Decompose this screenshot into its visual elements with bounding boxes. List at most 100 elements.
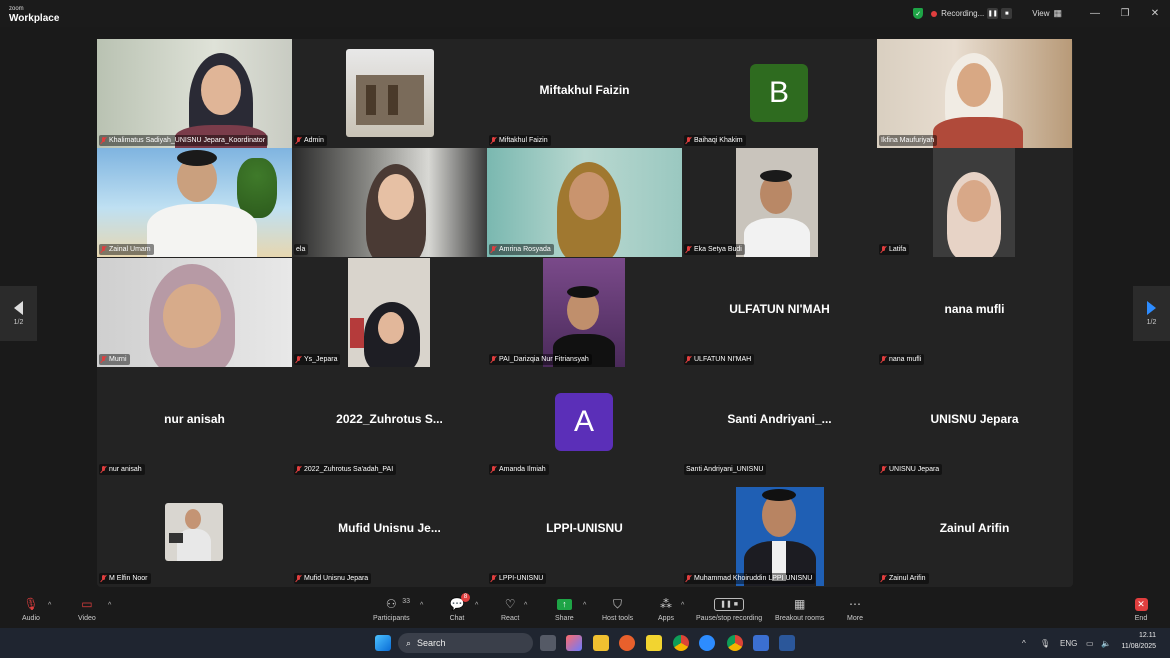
taskbar-search[interactable]: ⌕ Search — [398, 633, 533, 653]
participant-name: LPPI-UNISNU — [499, 575, 544, 582]
video-tile[interactable]: 2022_Zuhrotus S... 2022_Zuhrotus Sa'adah… — [292, 368, 487, 477]
mic-muted-icon — [686, 137, 691, 144]
apps-chevron-icon[interactable]: ^ — [681, 602, 684, 609]
video-tile[interactable]: UNISNU Jepara UNISNU Jepara — [877, 368, 1072, 477]
windows-start-icon[interactable] — [375, 635, 391, 651]
mic-muted-icon — [101, 246, 106, 253]
display-name: nana mufli — [944, 302, 1005, 316]
breakout-label: Breakout rooms — [775, 615, 825, 622]
task-view-icon[interactable] — [540, 635, 556, 651]
search-label: Search — [417, 638, 446, 648]
video-tile[interactable]: Ys_Jepara — [292, 258, 487, 367]
video-tile[interactable]: Miftakhul Faizin Miftakhul Faizin — [487, 39, 682, 148]
video-tile[interactable]: nana mufli nana mufli — [877, 258, 1072, 367]
video-tile[interactable]: Mufid Unisnu Je... Mufid Unisnu Jepara — [292, 477, 487, 586]
more-button[interactable]: ⋯ More — [847, 597, 863, 622]
participant-name: Ys_Jepara — [304, 356, 338, 363]
notepad-icon[interactable] — [753, 635, 769, 651]
pause-stop-recording-button[interactable]: ❚❚ ■ Pause/stop recording — [696, 597, 762, 622]
zoom-icon[interactable] — [699, 635, 715, 651]
video-tile[interactable]: Zainal Umam — [97, 148, 292, 257]
react-chevron-icon[interactable]: ^ — [524, 602, 527, 609]
share-button[interactable]: ↑ Share — [555, 597, 574, 622]
minimize-icon[interactable]: — — [1080, 8, 1110, 19]
restore-icon[interactable]: ❐ — [1110, 8, 1140, 19]
chat-button[interactable]: 💬 8 Chat — [449, 593, 470, 622]
clock-date: 11/08/2025 — [1121, 643, 1156, 650]
video-tile[interactable]: Zainul Arifin Zainul Arifin — [877, 477, 1072, 586]
video-tile[interactable]: LPPI-UNISNU LPPI-UNISNU — [487, 477, 682, 586]
tray-chevron-icon[interactable]: ^ — [1022, 639, 1026, 648]
view-label: View — [1032, 9, 1050, 18]
video-tile-active-speaker[interactable]: ela — [292, 148, 487, 257]
next-page-button[interactable]: 1/2 — [1133, 286, 1170, 341]
audio-button[interactable]: 🎙 Audio — [22, 597, 40, 622]
video-tile[interactable]: Ikfina Maufuriyah — [877, 39, 1072, 148]
network-icon[interactable]: ▭ — [1086, 639, 1094, 648]
stop-recording-icon[interactable]: ■ — [1001, 8, 1013, 19]
participants-button[interactable]: ⚇ 33 Participants — [373, 597, 410, 622]
participant-name: Admin — [304, 137, 324, 144]
file-explorer-icon[interactable] — [593, 635, 609, 651]
copilot-icon[interactable] — [566, 635, 582, 651]
participant-name: ela — [296, 246, 306, 253]
audio-options-chevron-icon[interactable]: ^ — [48, 602, 51, 609]
participant-name: Zainal Umam — [109, 246, 151, 253]
participant-name: Eka Setya Budi — [694, 246, 742, 253]
breakout-rooms-button[interactable]: ▦ Breakout rooms — [775, 597, 824, 622]
heart-icon: ♡ — [504, 597, 516, 611]
chrome-icon[interactable] — [673, 635, 689, 651]
participant-name: Latifa — [889, 246, 907, 253]
previous-page-button[interactable]: 1/2 — [0, 286, 37, 341]
video-off-icon: ▭ — [81, 597, 93, 611]
share-chevron-icon[interactable]: ^ — [583, 602, 586, 609]
close-window-icon[interactable]: ✕ — [1140, 8, 1170, 19]
react-button[interactable]: ♡ React — [501, 597, 519, 622]
video-tile[interactable]: Admin — [292, 39, 487, 148]
mic-muted-icon — [296, 575, 301, 582]
video-tile[interactable]: PAI_Darizqia Nur Fitriansyah — [487, 258, 682, 367]
chrome-profile-icon[interactable] — [727, 635, 743, 651]
video-tile[interactable]: Muhammad Khoiruddin LPPI UNISNU — [682, 477, 877, 586]
word-icon[interactable] — [779, 635, 795, 651]
video-tile[interactable]: ULFATUN NI'MAH ULFATUN NI'MAH — [682, 258, 877, 367]
volume-icon[interactable]: 🔈 — [1101, 639, 1111, 648]
display-name: Mufid Unisnu Je... — [338, 521, 441, 535]
firefox-icon[interactable] — [619, 635, 635, 651]
arrow-right-icon — [1147, 301, 1156, 315]
participant-name: Santi Andriyani_UNISNU — [686, 466, 764, 473]
chat-chevron-icon[interactable]: ^ — [475, 602, 478, 609]
end-button[interactable]: ✕ End — [1133, 597, 1149, 622]
video-tile[interactable]: Murni — [97, 258, 292, 367]
language-indicator[interactable]: ENG — [1060, 639, 1077, 648]
apps-button[interactable]: ⁂ Apps — [658, 597, 674, 622]
video-label: Video — [78, 615, 96, 622]
video-tile[interactable]: nur anisah nur anisah — [97, 368, 292, 477]
microphone-tray-icon[interactable]: 🎙 — [1040, 639, 1050, 648]
participant-name: 2022_Zuhrotus Sa'adah_PAI — [304, 466, 394, 473]
video-options-chevron-icon[interactable]: ^ — [108, 602, 111, 609]
video-tile[interactable]: Santi Andriyani_... Santi Andriyani_UNIS… — [682, 368, 877, 477]
host-tools-button[interactable]: ⛉ Host tools — [602, 597, 633, 623]
video-button[interactable]: ▭ Video — [78, 597, 96, 622]
avatar: B — [750, 64, 808, 122]
video-tile[interactable]: Latifa — [877, 148, 1072, 257]
video-tile[interactable]: Khalimatus Sadiyah_UNISNU Jepara_Koordin… — [97, 39, 292, 148]
end-call-icon: ✕ — [1133, 597, 1149, 611]
participants-chevron-icon[interactable]: ^ — [420, 602, 423, 609]
security-shield-icon[interactable]: ✓ — [913, 8, 924, 19]
sticky-notes-icon[interactable] — [646, 635, 662, 651]
arrow-left-icon — [14, 301, 23, 315]
view-button[interactable]: View ▦ — [1032, 8, 1062, 19]
video-tile[interactable]: Amrina Rosyada — [487, 148, 682, 257]
video-tile[interactable]: B Baihaqi Khakim — [682, 39, 877, 148]
pause-recording-label: Pause/stop recording — [696, 615, 763, 622]
participant-name: Khalimatus Sadiyah_UNISNU Jepara_Koordin… — [109, 137, 266, 144]
apps-icon: ⁂ — [660, 597, 672, 611]
zoom-logo: zoom Workplace — [9, 5, 59, 24]
pause-recording-icon[interactable]: ❚❚ — [987, 8, 999, 19]
video-tile[interactable]: A Amanda Ilmiah — [487, 368, 682, 477]
video-tile[interactable]: Eka Setya Budi — [682, 148, 877, 257]
clock[interactable]: 12.11 11/08/2025 — [1121, 630, 1156, 652]
video-tile[interactable]: M Elfin Noor — [97, 477, 292, 586]
